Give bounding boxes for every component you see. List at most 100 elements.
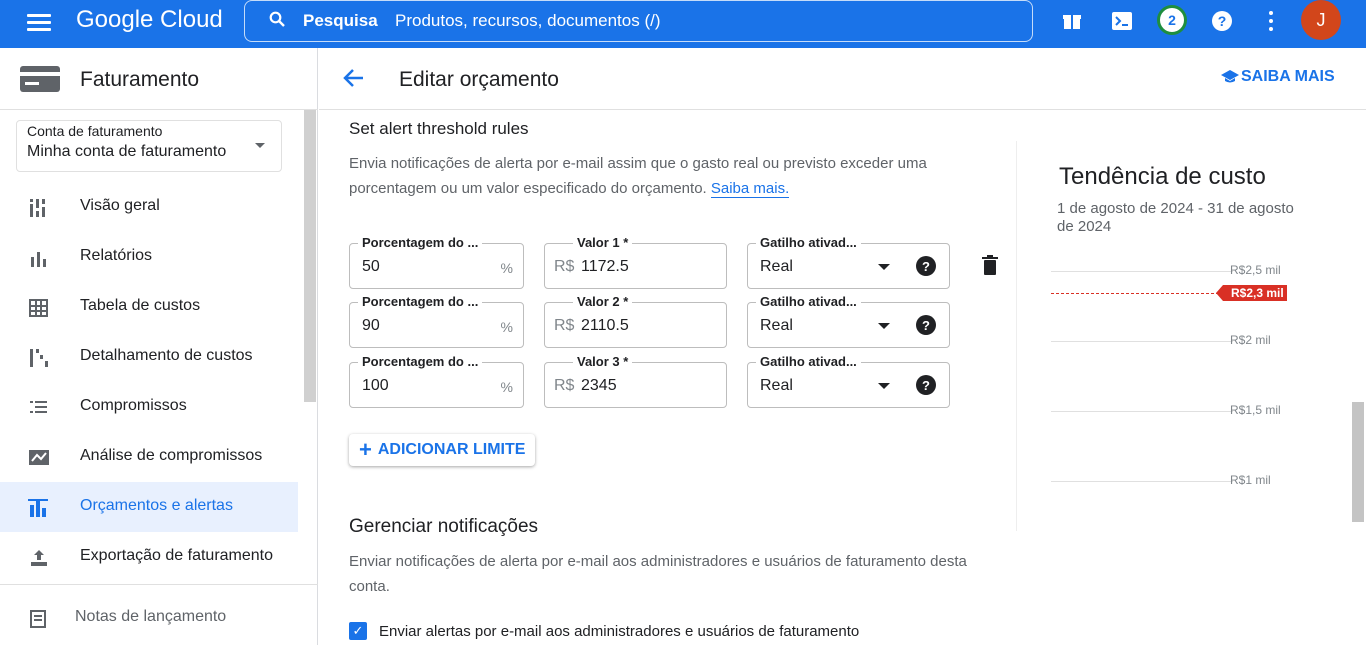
dropdown-arrow-icon: [878, 383, 890, 389]
field-label: Porcentagem do ...: [358, 354, 483, 369]
field-label: Porcentagem do ...: [358, 294, 483, 309]
help-icon[interactable]: ?: [916, 256, 936, 276]
percentage-field[interactable]: Porcentagem do ... 100 %: [349, 354, 524, 408]
notifications-title: Gerenciar notificações: [349, 516, 539, 537]
back-arrow-icon[interactable]: [343, 66, 365, 90]
help-icon[interactable]: ?: [1209, 8, 1235, 34]
dropdown-arrow-icon: [878, 323, 890, 329]
sidebar-item-label: Exportação de faturamento: [80, 547, 274, 564]
trigger-select[interactable]: Gatilho ativad... Real ?: [747, 235, 950, 289]
school-cap-icon: [1221, 70, 1239, 83]
help-icon[interactable]: ?: [916, 315, 936, 335]
amount-field[interactable]: Valor 3 * R$ 2345: [544, 354, 727, 408]
gridline: [1051, 411, 1233, 412]
percentage-value: 50: [362, 258, 380, 275]
amount-value: 1172.5: [581, 258, 629, 275]
release-notes-icon: [30, 610, 46, 628]
sidebar-scrollbar[interactable]: [304, 110, 316, 402]
learn-more-label: SAIBA MAIS: [1241, 68, 1335, 85]
percentage-value: 100: [362, 377, 389, 394]
sidebar-title: Faturamento: [80, 68, 200, 91]
reports-icon: [31, 252, 46, 267]
field-label: Gatilho ativad...: [756, 354, 861, 369]
gift-icon[interactable]: [1059, 8, 1085, 34]
learn-more-button[interactable]: SAIBA MAIS: [1221, 68, 1335, 86]
gridline-label: R$2 mil: [1230, 333, 1271, 347]
amount-field[interactable]: Valor 1 * R$ 1172.5: [544, 235, 727, 289]
percentage-field[interactable]: Porcentagem do ... 50 %: [349, 235, 524, 289]
email-alerts-checkbox-label: Enviar alertas por e-mail aos administra…: [379, 622, 860, 640]
billing-account-select[interactable]: Conta de faturamento Minha conta de fatu…: [16, 120, 282, 172]
sidebar-item-label: Visão geral: [80, 197, 160, 214]
currency-prefix: R$: [554, 258, 575, 275]
sidebar-item-label: Análise de compromissos: [80, 447, 263, 464]
cost-trend-dates: 1 de agosto de 2024 - 31 de agosto de 20…: [1057, 200, 1294, 235]
budget-line: [1051, 293, 1229, 294]
billing-account-label: Conta de faturamento: [27, 123, 163, 139]
currency-prefix: R$: [554, 377, 575, 394]
notifications-badge[interactable]: 2: [1157, 5, 1187, 35]
trigger-value: Real: [760, 317, 793, 334]
sidebar-item-label: Notas de lançamento: [75, 608, 227, 625]
trigger-value: Real: [760, 258, 793, 275]
search-bar[interactable]: Pesquisa Produtos, recursos, documentos …: [244, 0, 1033, 42]
export-icon: [31, 550, 47, 566]
checkbox-checked-icon[interactable]: ✓: [349, 622, 367, 640]
main-scrollbar[interactable]: [1352, 402, 1364, 522]
sidebar-header: Faturamento: [0, 48, 318, 110]
gridline: [1051, 341, 1233, 342]
plus-icon: +: [359, 437, 372, 462]
top-bar: Google Cloud Pesquisa Produtos, recursos…: [0, 0, 1366, 48]
sidebar-item-label: Detalhamento de custos: [80, 347, 253, 364]
field-label: Gatilho ativad...: [756, 294, 861, 309]
sidebar-item-commitment-analysis[interactable]: Análise de compromissos: [0, 432, 298, 482]
gridline: [1051, 271, 1233, 272]
sidebar-item-cost-table[interactable]: Tabela de custos: [0, 282, 298, 332]
notifications-description: Enviar notificações de alerta por e-mail…: [349, 553, 967, 595]
billing-account-value: Minha conta de faturamento: [27, 143, 227, 160]
sidebar-item-budgets-alerts[interactable]: Orçamentos e alertas: [0, 482, 298, 532]
gridline-label: R$2,5 mil: [1230, 263, 1281, 277]
delete-icon[interactable]: [981, 255, 999, 275]
field-label: Porcentagem do ...: [358, 235, 483, 250]
add-threshold-label: ADICIONAR LIMITE: [377, 441, 526, 458]
hamburger-menu-icon[interactable]: [24, 10, 54, 38]
sidebar-item-reports[interactable]: Relatórios: [0, 232, 298, 282]
sidebar-item-billing-export[interactable]: Exportação de faturamento: [0, 532, 298, 582]
sidebar-item-cost-breakdown[interactable]: Detalhamento de custos: [0, 332, 298, 382]
trigger-select[interactable]: Gatilho ativad... Real ?: [747, 294, 950, 348]
threshold-description: Envia notificações de alerta por e-mail …: [349, 151, 989, 201]
cost-trend-card: Tendência de custo 1 de agosto de 2024 -…: [1016, 141, 1316, 531]
sidebar-item-commitments[interactable]: Compromissos: [0, 382, 298, 432]
sidebar-item-overview[interactable]: Visão geral: [0, 182, 298, 232]
trigger-select[interactable]: Gatilho ativad... Real ?: [747, 354, 950, 408]
help-icon[interactable]: ?: [916, 375, 936, 395]
gridline: [1051, 481, 1233, 482]
google-cloud-logo[interactable]: Google Cloud: [76, 6, 223, 34]
percentage-field[interactable]: Porcentagem do ... 90 %: [349, 294, 524, 348]
dropdown-arrow-icon: [878, 264, 890, 270]
cost-table-icon: [29, 299, 48, 317]
amount-value: 2345: [581, 377, 617, 394]
budgets-icon: [28, 499, 48, 517]
more-vert-icon[interactable]: [1258, 8, 1284, 34]
search-placeholder[interactable]: Produtos, recursos, documentos (/): [395, 11, 661, 31]
sidebar-item-label: Orçamentos e alertas: [80, 497, 233, 514]
search-label: Pesquisa: [303, 11, 378, 30]
percent-suffix: %: [500, 379, 513, 395]
avatar[interactable]: J: [1301, 0, 1341, 40]
sidebar-item-label: Relatórios: [80, 247, 153, 264]
commitment-analysis-icon: [29, 450, 49, 465]
email-alerts-checkbox-row[interactable]: ✓ Enviar alertas por e-mail aos administ…: [349, 622, 859, 640]
cloud-shell-icon[interactable]: [1109, 8, 1135, 34]
sidebar-item-release-notes[interactable]: Notas de lançamento: [0, 593, 298, 643]
sidebar: Faturamento Conta de faturamento Minha c…: [0, 48, 318, 645]
learn-more-link[interactable]: Saiba mais.: [710, 180, 790, 198]
currency-prefix: R$: [554, 317, 575, 334]
amount-field[interactable]: Valor 2 * R$ 2110.5: [544, 294, 727, 348]
field-label: Valor 3 *: [573, 354, 633, 369]
threshold-description-text: Envia notificações de alerta por e-mail …: [349, 155, 927, 197]
sidebar-item-label: Tabela de custos: [80, 297, 201, 314]
add-threshold-button[interactable]: + ADICIONAR LIMITE: [349, 434, 535, 466]
billing-card-icon: [20, 66, 60, 92]
